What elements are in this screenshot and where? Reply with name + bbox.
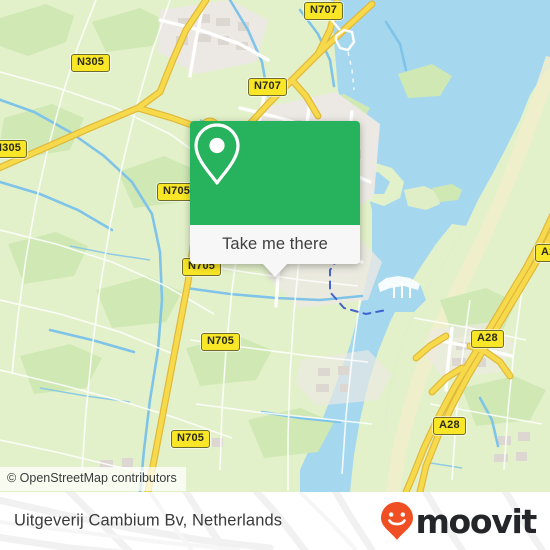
take-me-there-label: Take me there — [222, 235, 328, 253]
location-callout-card[interactable]: Take me there — [190, 121, 360, 277]
road-shield-n305: N305 — [0, 140, 28, 158]
callout-header — [190, 121, 360, 225]
map-canvas[interactable]: N707N305N707N305N705N705A28A28N705A28N70… — [0, 0, 550, 492]
callout-action[interactable]: Take me there — [190, 225, 360, 277]
moovit-wordmark: moovit — [415, 501, 537, 541]
bottom-info-bar: Uitgeverij Cambium Bv, Netherlands moovi… — [0, 492, 550, 550]
road-shield-n705: N705 — [201, 333, 241, 351]
map-pin-icon — [194, 123, 240, 185]
moovit-logo[interactable]: moovit — [380, 501, 537, 541]
moovit-map-screenshot: N707N305N707N305N705N705A28A28N705A28N70… — [0, 0, 550, 550]
place-name-label: Uitgeverij Cambium Bv, Netherlands — [14, 511, 283, 530]
road-shield-a28: A28 — [433, 417, 466, 435]
road-shield-n707: N707 — [248, 78, 288, 96]
road-shield-a28: A28 — [535, 244, 550, 262]
road-shield-a28: A28 — [471, 330, 504, 348]
road-shield-n305: N305 — [71, 54, 111, 72]
road-shield-n705: N705 — [171, 430, 211, 448]
callout-pointer — [262, 263, 288, 277]
moovit-smiley-pin-icon — [381, 502, 414, 540]
map-attribution: © OpenStreetMap contributors — [0, 467, 186, 491]
road-shield-n707: N707 — [304, 2, 344, 20]
